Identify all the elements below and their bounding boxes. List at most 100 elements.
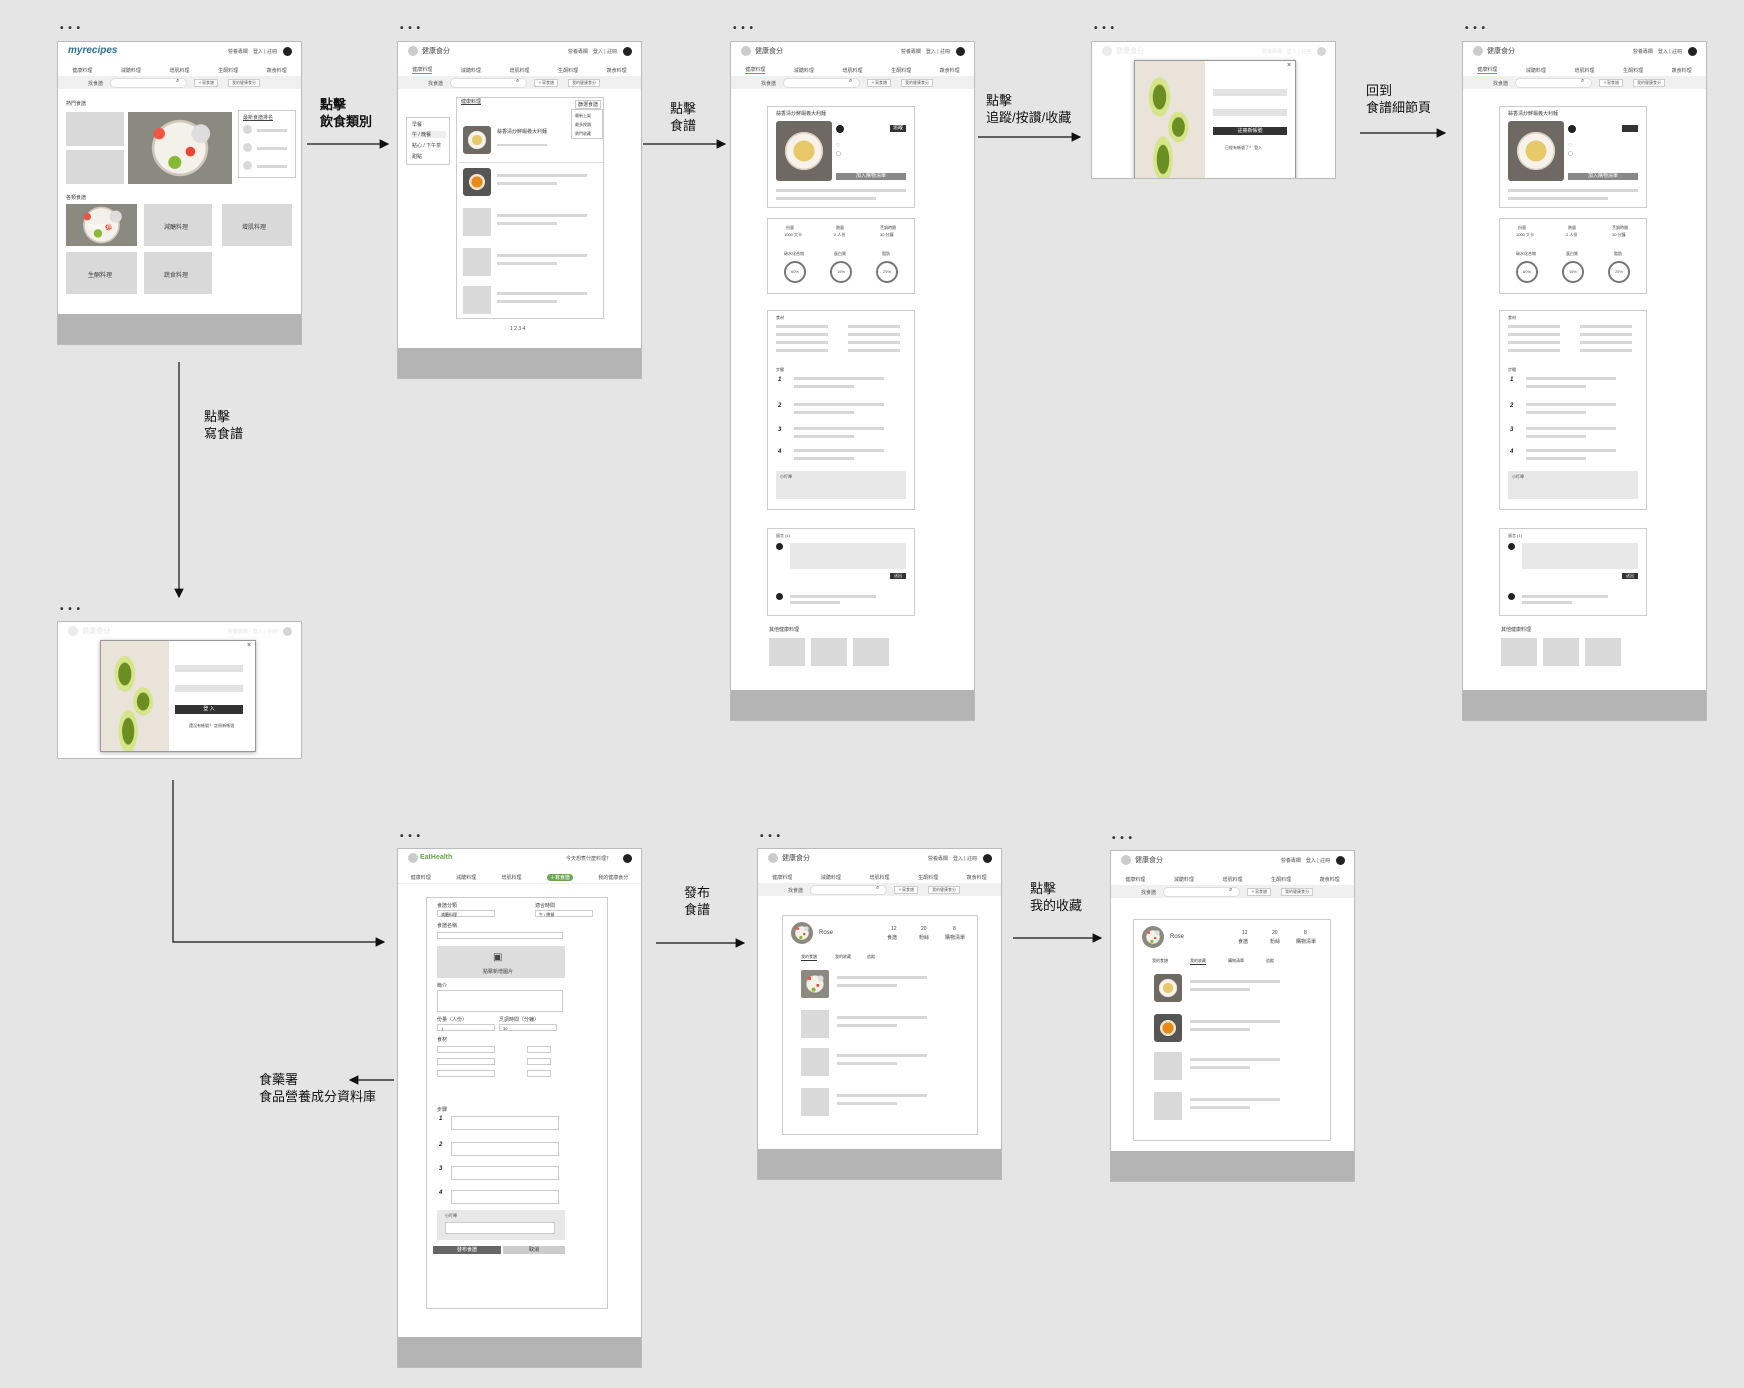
- mybox-button[interactable]: 我的健康食分: [568, 79, 600, 87]
- follow-button[interactable]: 追蹤: [890, 125, 906, 132]
- user-icon[interactable]: [1336, 856, 1345, 865]
- add-list-button[interactable]: 加入購物清單: [836, 173, 906, 180]
- mybox-button[interactable]: 我的健康食分: [228, 79, 260, 87]
- footer: [58, 314, 301, 344]
- intro-input[interactable]: [437, 990, 563, 1012]
- category-tile[interactable]: 蔬食料理: [144, 252, 212, 294]
- footer: [731, 690, 974, 720]
- send-button[interactable]: 送出: [890, 573, 906, 579]
- author-avatar[interactable]: [836, 125, 844, 133]
- tab-favorites-active[interactable]: 我的收藏: [1190, 958, 1206, 965]
- bookmark-icon[interactable]: ▢: [1568, 151, 1573, 157]
- eathealth-logo[interactable]: EatHealth: [420, 854, 452, 861]
- password-field[interactable]: [175, 685, 243, 692]
- search-icon[interactable]: ⌕: [176, 78, 179, 85]
- username-field[interactable]: [175, 665, 243, 672]
- type-select[interactable]: 減醣料理: [437, 910, 495, 917]
- time-select[interactable]: 午 / 晚餐: [535, 910, 593, 917]
- close-icon[interactable]: ×: [247, 642, 251, 649]
- search-icon[interactable]: ⌕: [849, 78, 852, 85]
- user-avatar[interactable]: [623, 854, 632, 863]
- myrecipes-logo[interactable]: myrecipes: [68, 45, 117, 56]
- close-icon[interactable]: ×: [1287, 62, 1291, 69]
- mybox-button[interactable]: 我的健康食分: [901, 79, 933, 87]
- write-recipe-button[interactable]: ＋寫食譜: [194, 79, 218, 87]
- search-bar: 找食譜 ⌕ ＋寫食譜 我的健康食分: [731, 76, 974, 89]
- footer: [398, 348, 641, 378]
- category-tile-healthy[interactable]: 健康料理: [66, 204, 137, 246]
- detail-screen: 健康食分 營養專欄 登入 | 註冊 健康料理 減醣料理 增肌料理 生酮料理 蔬食料理 找食…: [730, 41, 975, 721]
- image-icon: ▣: [493, 952, 503, 963]
- more-title: 其他健康料理: [769, 627, 800, 633]
- like-icon[interactable]: ♡: [836, 143, 840, 149]
- login-submit[interactable]: 註冊新帳號: [1213, 127, 1287, 135]
- window-dots: • • •: [1094, 23, 1116, 34]
- carb-ring: 60%: [784, 261, 806, 283]
- user-icon[interactable]: [283, 47, 292, 56]
- filter-button[interactable]: 篩選食譜: [575, 100, 602, 109]
- search-icon[interactable]: ⌕: [516, 78, 519, 85]
- tab-follow[interactable]: 追蹤: [867, 954, 875, 960]
- password-field[interactable]: [1213, 109, 1287, 116]
- search-bar: 找食譜 ⌕ ＋寫食譜 我的健康食分: [398, 76, 641, 89]
- profile-screen: 健康食分 營養專欄 登入 | 註冊 健康料理 減醣料理 增肌料理 生酮料理 蔬食料理 找食…: [757, 848, 1002, 1180]
- search-placeholder[interactable]: 今天想煮什麼料理？: [566, 855, 611, 862]
- label-a7: 點擊 我的收藏: [1030, 881, 1083, 913]
- recipe-image: [776, 121, 832, 181]
- label-a8: 食藥署 食品營養成分資料庫: [259, 1072, 377, 1104]
- search-icon[interactable]: ⌕: [1229, 887, 1232, 894]
- list-item-image[interactable]: [463, 126, 491, 154]
- window-dots: • • •: [1112, 833, 1134, 844]
- category-tile[interactable]: 增肌料理: [222, 204, 292, 246]
- window-dots: • • •: [1465, 23, 1487, 34]
- login-modal: × 註冊新帳號 已經有帳號了？ 登入: [1134, 60, 1296, 178]
- like-icon[interactable]: ♡: [1568, 143, 1572, 149]
- logo-icon[interactable]: [741, 46, 751, 56]
- profile-avatar: [791, 922, 813, 944]
- recipe-card: 蒜香清炒鮮蝦義大利麵 ♡ ▢ 加入購物清單: [1499, 106, 1647, 208]
- comment-avatar: [776, 543, 783, 550]
- category-tile[interactable]: 生酮料理: [66, 252, 137, 294]
- pagination[interactable]: 1 2 3 4: [510, 326, 525, 332]
- label-a2: 點擊 食譜: [670, 101, 697, 133]
- label-a4: 回到 食譜細節頁: [1366, 83, 1432, 115]
- sort-menu: 最新上架 最多按讚 熱門收藏: [571, 109, 603, 139]
- tab-favorites[interactable]: 我的收藏: [835, 954, 851, 960]
- comment-input[interactable]: [790, 543, 906, 569]
- label-a6: 發布 食譜: [684, 885, 711, 917]
- publish-button[interactable]: 發布食譜: [433, 1246, 501, 1254]
- popular-card[interactable]: [66, 150, 124, 184]
- list-item-title[interactable]: 蒜香清炒鮮蝦義大利麵: [497, 128, 547, 135]
- tab-my-recipes[interactable]: 我的食譜: [801, 954, 817, 961]
- write-recipe-button[interactable]: ＋寫食譜: [867, 79, 891, 87]
- favorites-screen: 健康食分 營養專欄 登入 | 註冊 健康料理 減醣料理 增肌料理 生酮料理 蔬食料理 找食…: [1110, 850, 1355, 1182]
- user-icon[interactable]: [983, 854, 992, 863]
- login-submit[interactable]: 登 入: [175, 705, 243, 714]
- categories-title: 各類食譜: [66, 195, 87, 201]
- popular-card[interactable]: [66, 112, 124, 146]
- popular-featured-image[interactable]: [128, 112, 232, 184]
- username-field[interactable]: [1213, 89, 1287, 96]
- label-a5: 點擊 寫食譜: [204, 409, 244, 441]
- cancel-button[interactable]: 取消: [503, 1246, 565, 1254]
- following-button[interactable]: [1622, 125, 1638, 132]
- search-icon[interactable]: ⌕: [876, 885, 879, 892]
- recipe-card: 蒜香清炒鮮蝦義大利麵 追蹤 ♡ ▢ 加入購物清單: [767, 106, 915, 208]
- upload-image[interactable]: ▣ 點擊新增圖片: [437, 946, 565, 978]
- user-icon[interactable]: [623, 47, 632, 56]
- name-input[interactable]: [437, 932, 563, 939]
- list-item-image[interactable]: [463, 168, 491, 196]
- user-icon[interactable]: [1688, 47, 1697, 56]
- label-a1: 點擊 飲食類別: [320, 97, 373, 129]
- nutrition-card: 份量 熱量 烹調時間 1000 大卡 2 人份 30 分鐘 碳水化合物 蛋白質 脂肪 60%…: [1499, 218, 1647, 294]
- user-icon[interactable]: [956, 47, 965, 56]
- write-recipe-button[interactable]: ＋寫食譜: [534, 79, 558, 87]
- tip-box: 小叮嚀: [437, 1210, 565, 1240]
- category-tile[interactable]: 減醣料理: [144, 204, 212, 246]
- comment-icon[interactable]: ▢: [836, 151, 841, 157]
- ranking-panel: 最新食譜排名: [238, 110, 296, 178]
- comments-card: 留言 (1) 送出: [767, 528, 915, 616]
- logo-icon[interactable]: [408, 46, 418, 56]
- search-icon[interactable]: ⌕: [1581, 78, 1584, 85]
- recipe-list: 健康料理 篩選食譜 最新上架 最多按讚 熱門收藏 蒜香清炒鮮蝦義大利麵: [456, 97, 604, 319]
